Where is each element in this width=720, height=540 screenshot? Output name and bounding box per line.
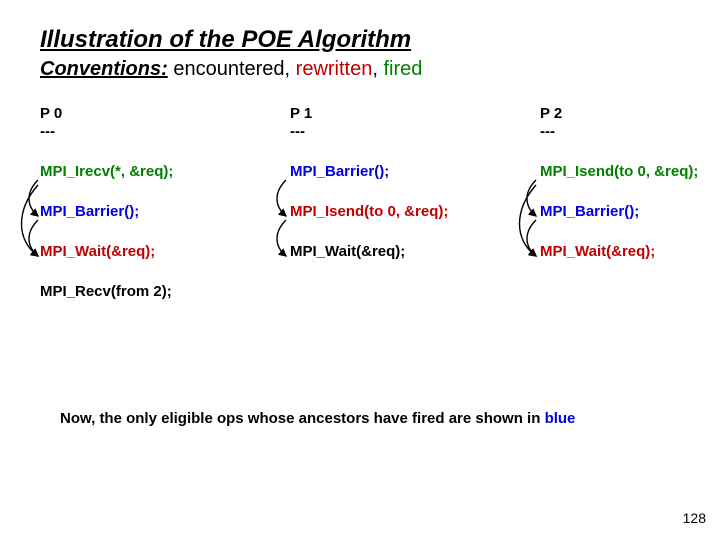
code-line: MPI_Wait(&req);: [40, 243, 230, 261]
code-line: MPI_Recv(from 2);: [40, 283, 230, 301]
code-line: MPI_Barrier();: [40, 203, 230, 221]
col-header: P 2 ---: [540, 105, 720, 141]
conv-encountered: encountered: [173, 58, 284, 80]
footnote-text: Now, the only eligible ops whose ancesto…: [60, 410, 545, 427]
code-line: MPI_Barrier();: [540, 203, 720, 221]
col-p1: P 1 --- MPI_Barrier(); MPI_Isend(to 0, &…: [290, 105, 480, 323]
col-p0: P 0 --- MPI_Irecv(*, &req); MPI_Barrier(…: [40, 105, 230, 323]
col-header: P 1 ---: [290, 105, 480, 141]
slide-title: Illustration of the POE Algorithm: [40, 26, 680, 54]
slide: Illustration of the POE Algorithm Conven…: [0, 0, 720, 540]
conv-rewritten: rewritten: [296, 58, 373, 80]
footnote: Now, the only eligible ops whose ancesto…: [60, 410, 575, 427]
code-line: MPI_Isend(to 0, &req);: [290, 203, 480, 221]
code-line: MPI_Barrier();: [290, 163, 480, 181]
conventions-line: Conventions: encountered, rewritten, fir…: [40, 58, 680, 81]
conventions-label: Conventions:: [40, 58, 168, 80]
col-header: P 0 ---: [40, 105, 230, 141]
code-line: MPI_Wait(&req);: [540, 243, 720, 261]
code-line: MPI_Irecv(*, &req);: [40, 163, 230, 181]
conv-fired: fired: [384, 58, 423, 80]
code-line: MPI_Wait(&req);: [290, 243, 480, 261]
col-p2: P 2 --- MPI_Isend(to 0, &req); MPI_Barri…: [540, 105, 720, 323]
code-line: MPI_Isend(to 0, &req);: [540, 163, 720, 181]
page-number: 128: [683, 510, 706, 526]
process-columns: P 0 --- MPI_Irecv(*, &req); MPI_Barrier(…: [40, 105, 680, 323]
footnote-blue: blue: [545, 410, 576, 427]
